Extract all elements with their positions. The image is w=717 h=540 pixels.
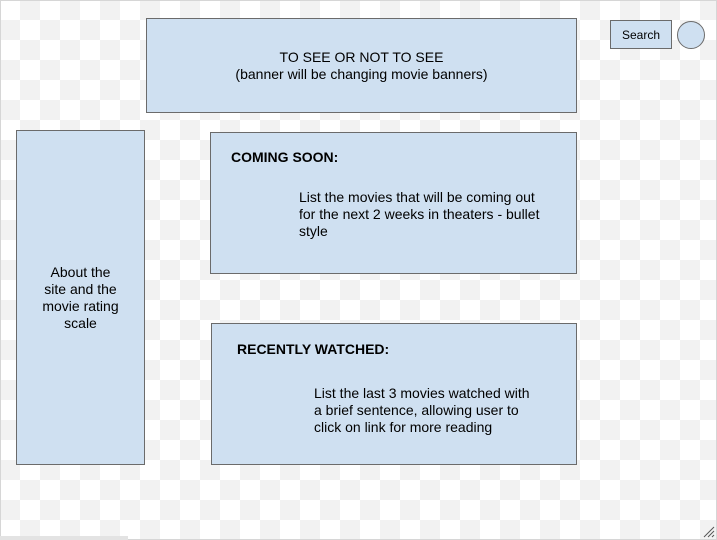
coming-soon-title: COMING SOON: [231, 149, 339, 165]
coming-soon-box: COMING SOON: List the movies that will b… [210, 132, 577, 274]
search-button[interactable]: Search [610, 20, 672, 49]
recently-watched-title: RECENTLY WATCHED: [237, 341, 390, 357]
recently-watched-box: RECENTLY WATCHED: List the last 3 movies… [211, 323, 577, 465]
coming-soon-body: List the movies that will be coming out … [299, 189, 540, 239]
horizontal-scrollbar[interactable] [0, 536, 128, 540]
banner-box: TO SEE OR NOT TO SEE (banner will be cha… [146, 18, 577, 113]
banner-title: TO SEE OR NOT TO SEE [279, 48, 444, 65]
profile-circle-icon[interactable] [677, 21, 705, 49]
recently-watched-body: List the last 3 movies watched with a br… [314, 385, 530, 435]
resize-grip-icon[interactable] [703, 526, 715, 538]
banner-subtitle: (banner will be changing movie banners) [235, 65, 488, 82]
about-box: About the site and the movie rating scal… [16, 130, 145, 465]
about-text: About the site and the movie rating scal… [42, 263, 119, 331]
